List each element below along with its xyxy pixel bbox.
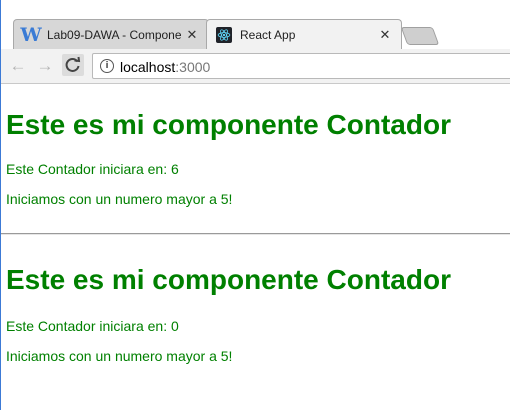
tab-title: Lab09-DAWA - Compone [47, 27, 182, 42]
reload-icon[interactable] [62, 54, 84, 76]
new-tab-button[interactable] [400, 27, 440, 45]
react-icon [216, 26, 232, 43]
address-bar[interactable]: i localhost:3000 [92, 53, 510, 79]
close-icon[interactable]: ✕ [184, 27, 200, 43]
url-port: :3000 [175, 59, 211, 75]
browser-toolbar: ← → i localhost:3000 [0, 49, 510, 84]
tab-react-app[interactable]: React App ✕ [206, 19, 402, 49]
tab-title: React App [240, 27, 296, 42]
url-host: localhost [120, 59, 176, 75]
info-icon[interactable]: i [100, 59, 114, 73]
counter-heading: Este es mi componente Contador [6, 109, 451, 140]
counter-message: Iniciamos con un numero mayor a 5! [6, 191, 233, 207]
counter-message: Iniciamos con un numero mayor a 5! [6, 348, 233, 364]
counter-start-text: Este Contador iniciara en: 6 [6, 161, 179, 177]
tab-strip: W Lab09-DAWA - Compone ✕ React App ✕ [0, 0, 510, 49]
counter-start-text: Este Contador iniciara en: 0 [6, 318, 179, 334]
horizontal-rule [0, 233, 510, 235]
w-icon: W [20, 23, 42, 46]
back-arrow-icon[interactable]: ← [8, 56, 28, 76]
url-text: localhost:3000 [120, 59, 210, 75]
forward-arrow-icon[interactable]: → [35, 56, 55, 76]
window-border [0, 0, 1, 410]
tab-lab09[interactable]: W Lab09-DAWA - Compone ✕ [13, 19, 209, 49]
counter-heading: Este es mi componente Contador [6, 264, 451, 295]
close-icon[interactable]: ✕ [377, 27, 393, 43]
